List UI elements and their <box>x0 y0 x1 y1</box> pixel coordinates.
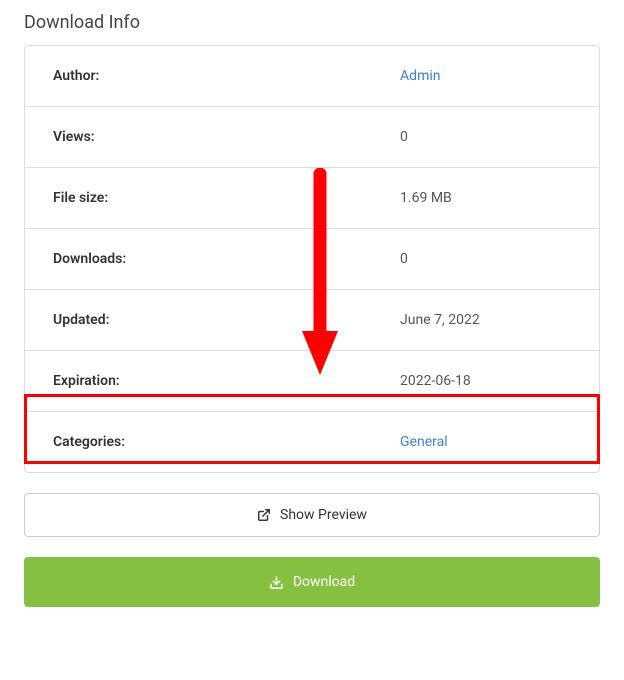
download-info-card: Author: Admin Views: 0 File size: 1.69 M… <box>24 45 600 473</box>
download-label: Download <box>293 574 355 590</box>
panel-title: Download Info <box>24 12 600 33</box>
row-views: Views: 0 <box>25 107 599 168</box>
label-categories: Categories: <box>53 434 400 450</box>
value-expiration: 2022-06-18 <box>400 373 571 389</box>
value-updated: June 7, 2022 <box>400 312 571 328</box>
label-author: Author: <box>53 68 400 84</box>
label-expiration: Expiration: <box>53 373 400 389</box>
row-expiration: Expiration: 2022-06-18 <box>25 351 599 412</box>
value-categories[interactable]: General <box>400 434 571 450</box>
row-filesize: File size: 1.69 MB <box>25 168 599 229</box>
show-preview-button[interactable]: Show Preview <box>24 493 600 537</box>
row-categories: Categories: General <box>25 412 599 472</box>
row-author: Author: Admin <box>25 46 599 107</box>
row-downloads: Downloads: 0 <box>25 229 599 290</box>
download-button[interactable]: Download <box>24 557 600 607</box>
value-downloads: 0 <box>400 251 571 267</box>
label-updated: Updated: <box>53 312 400 328</box>
external-link-icon <box>257 508 271 522</box>
label-downloads: Downloads: <box>53 251 400 267</box>
value-filesize: 1.69 MB <box>400 190 571 206</box>
row-updated: Updated: June 7, 2022 <box>25 290 599 351</box>
show-preview-label: Show Preview <box>280 507 367 523</box>
label-filesize: File size: <box>53 190 400 206</box>
value-author[interactable]: Admin <box>400 68 571 84</box>
download-icon <box>269 575 284 590</box>
value-views: 0 <box>400 129 571 145</box>
label-views: Views: <box>53 129 400 145</box>
